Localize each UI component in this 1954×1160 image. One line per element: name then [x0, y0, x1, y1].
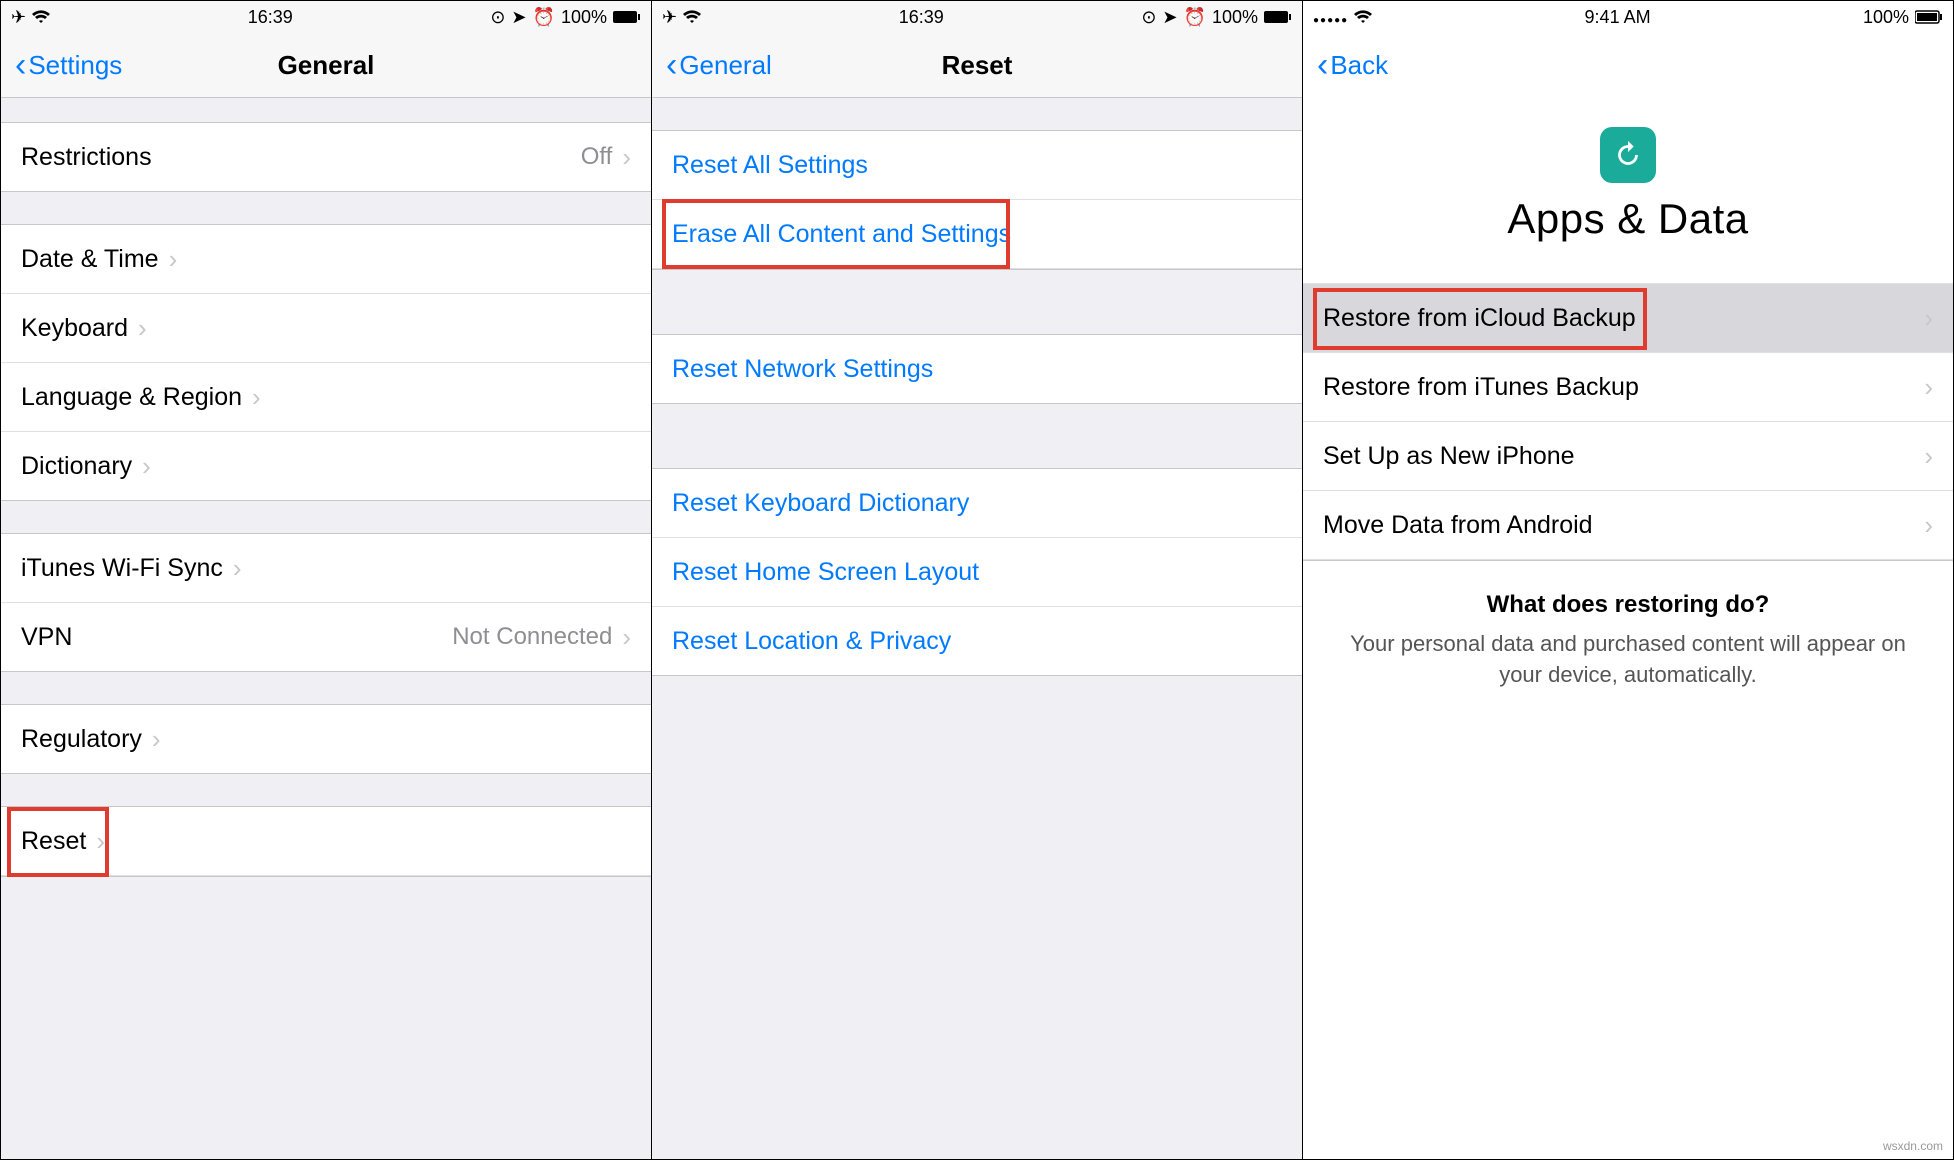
chevron-right-icon: ›: [138, 313, 147, 344]
wifi-icon: [1354, 10, 1372, 24]
screen-general: ✈ 16:39 ⊙ ➤ ⏰ 100% ‹ Settings General Re…: [1, 1, 652, 1159]
chevron-right-icon: ›: [252, 382, 261, 413]
back-label: Back: [1330, 50, 1388, 81]
status-time: 16:39: [899, 7, 944, 28]
signal-icon: [1313, 7, 1348, 28]
chevron-right-icon: ›: [1924, 441, 1933, 472]
chevron-left-icon: ‹: [15, 48, 26, 82]
chevron-left-icon: ‹: [666, 48, 677, 82]
back-label: General: [679, 50, 772, 81]
nav-bar: ‹ General Reset: [652, 33, 1302, 98]
back-button[interactable]: ‹ Settings: [15, 48, 122, 82]
row-move-android[interactable]: Move Data from Android›: [1303, 491, 1953, 560]
battery-icon: [613, 10, 641, 24]
row-dictionary[interactable]: Dictionary›: [1, 432, 651, 500]
row-itunes-wifi-sync[interactable]: iTunes Wi-Fi Sync›: [1, 534, 651, 603]
location-icon: ➤: [511, 7, 526, 28]
restore-icon: [1600, 127, 1656, 183]
status-bar: ✈ 16:39 ⊙ ➤ ⏰ 100%: [1, 1, 651, 33]
row-erase-all-content[interactable]: Erase All Content and Settings: [652, 200, 1302, 269]
chevron-right-icon: ›: [142, 451, 151, 482]
battery-icon: [1915, 10, 1943, 24]
footer-detail: Your personal data and purchased content…: [1343, 629, 1913, 691]
chevron-left-icon: ‹: [1317, 48, 1328, 82]
alarm-icon: ⏰: [533, 7, 555, 28]
chevron-right-icon: ›: [152, 724, 161, 755]
back-button[interactable]: ‹ General: [666, 48, 772, 82]
screen-apps-data: 9:41 AM 100% ‹ Back Apps & Data Restore …: [1303, 1, 1953, 1159]
row-reset-all-settings[interactable]: Reset All Settings: [652, 131, 1302, 200]
row-reset-network[interactable]: Reset Network Settings: [652, 335, 1302, 403]
watermark: wsxdn.com: [1883, 1139, 1943, 1153]
row-reset-keyboard-dictionary[interactable]: Reset Keyboard Dictionary: [652, 469, 1302, 538]
chevron-right-icon: ›: [1924, 372, 1933, 403]
nav-bar: ‹ Settings General: [1, 33, 651, 98]
status-bar: ✈ 16:39 ⊙ ➤ ⏰ 100%: [652, 1, 1302, 33]
footer-question: What does restoring do?: [1343, 591, 1913, 619]
settings-body: Reset All Settings Erase All Content and…: [652, 98, 1302, 1159]
hero-title: Apps & Data: [1507, 195, 1748, 243]
battery-percent: 100%: [1212, 7, 1258, 28]
row-keyboard[interactable]: Keyboard›: [1, 294, 651, 363]
footer-info: What does restoring do? Your personal da…: [1303, 561, 1953, 721]
nav-bar: ‹ Back: [1303, 33, 1953, 97]
screen-reset: ✈ 16:39 ⊙ ➤ ⏰ 100% ‹ General Reset Reset…: [652, 1, 1303, 1159]
lock-icon: ⊙: [490, 7, 505, 28]
airplane-icon: ✈: [11, 7, 26, 28]
row-setup-new[interactable]: Set Up as New iPhone›: [1303, 422, 1953, 491]
wifi-icon: [32, 10, 50, 24]
chevron-right-icon: ›: [622, 622, 631, 653]
battery-icon: [1264, 10, 1292, 24]
row-restrictions[interactable]: Restrictions Off ›: [1, 123, 651, 191]
status-bar: 9:41 AM 100%: [1303, 1, 1953, 33]
row-reset-home-screen[interactable]: Reset Home Screen Layout: [652, 538, 1302, 607]
row-date-time[interactable]: Date & Time›: [1, 225, 651, 294]
back-label: Settings: [28, 50, 122, 81]
chevron-right-icon: ›: [1924, 510, 1933, 541]
status-time: 16:39: [248, 7, 293, 28]
settings-body: Restrictions Off › Date & Time› Keyboard…: [1, 98, 651, 1159]
row-language-region[interactable]: Language & Region›: [1, 363, 651, 432]
chevron-right-icon: ›: [233, 553, 242, 584]
location-icon: ➤: [1162, 7, 1177, 28]
airplane-icon: ✈: [662, 7, 677, 28]
row-restore-itunes[interactable]: Restore from iTunes Backup›: [1303, 353, 1953, 422]
chevron-right-icon: ›: [622, 142, 631, 173]
alarm-icon: ⏰: [1184, 7, 1206, 28]
lock-icon: ⊙: [1141, 7, 1156, 28]
back-button[interactable]: ‹ Back: [1317, 48, 1388, 82]
row-regulatory[interactable]: Regulatory›: [1, 705, 651, 773]
chevron-right-icon: ›: [96, 826, 105, 857]
row-reset-location-privacy[interactable]: Reset Location & Privacy: [652, 607, 1302, 675]
wifi-icon: [683, 10, 701, 24]
battery-percent: 100%: [561, 7, 607, 28]
chevron-right-icon: ›: [1924, 303, 1933, 334]
row-vpn[interactable]: VPNNot Connected›: [1, 603, 651, 671]
status-time: 9:41 AM: [1585, 7, 1651, 28]
battery-percent: 100%: [1863, 7, 1909, 28]
chevron-right-icon: ›: [169, 244, 178, 275]
hero: Apps & Data: [1303, 97, 1953, 283]
row-reset[interactable]: Reset›: [1, 807, 651, 876]
row-restore-icloud[interactable]: Restore from iCloud Backup›: [1303, 284, 1953, 353]
